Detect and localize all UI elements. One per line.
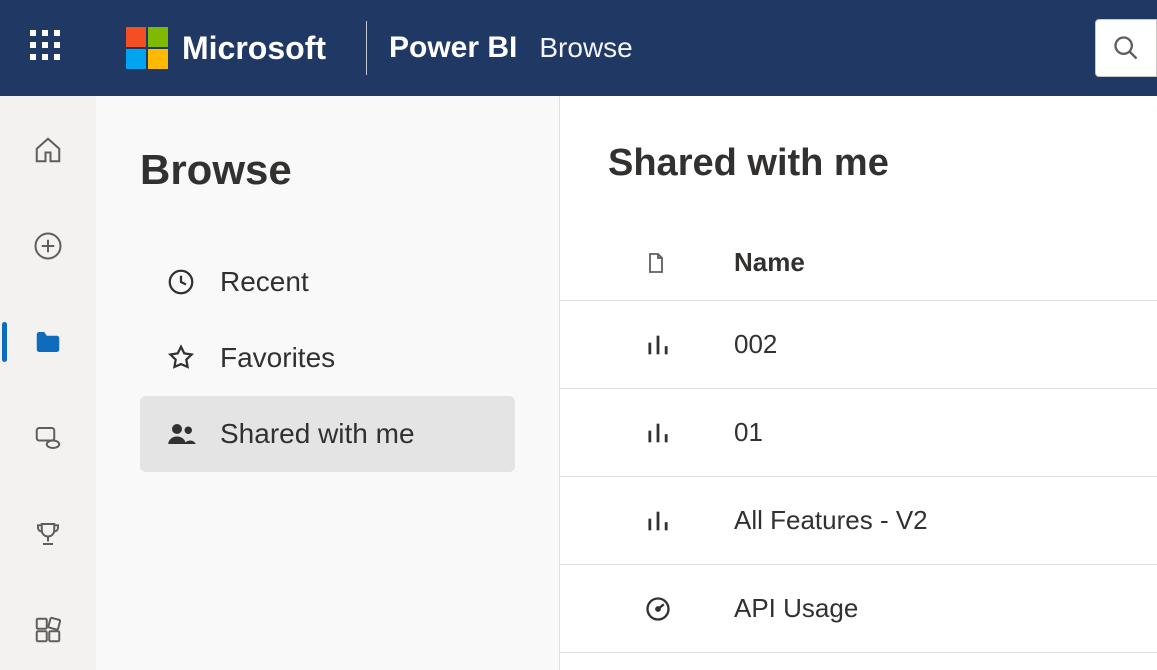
browse-panel: Browse Recent Favorites Shared with me: [96, 96, 560, 670]
rail-data-hub[interactable]: [24, 414, 72, 462]
panel-item-label: Recent: [220, 266, 309, 298]
clock-icon: [166, 267, 198, 297]
search-icon: [1112, 34, 1140, 62]
brand-name: Microsoft: [182, 30, 326, 67]
file-icon: [644, 249, 676, 277]
list-item[interactable]: 002: [560, 301, 1157, 389]
table-header: Name: [560, 225, 1157, 301]
column-name[interactable]: Name: [734, 247, 805, 278]
data-hub-icon: [33, 423, 63, 453]
rail-create[interactable]: [24, 222, 72, 270]
list-item[interactable]: 01: [560, 389, 1157, 477]
apps-icon: [33, 615, 63, 645]
search-button[interactable]: [1095, 19, 1157, 77]
header-divider: [366, 21, 367, 75]
item-name: API Usage: [734, 593, 858, 624]
bars-icon: [644, 331, 676, 359]
item-name: 002: [734, 329, 777, 360]
panel-item-favorites[interactable]: Favorites: [140, 320, 515, 396]
item-name: 01: [734, 417, 763, 448]
list-item[interactable]: API Usage: [560, 565, 1157, 653]
app-name: Power BI: [389, 31, 517, 65]
panel-item-label: Favorites: [220, 342, 335, 374]
bars-icon: [644, 507, 676, 535]
list-item[interactable]: All Features - V2: [560, 477, 1157, 565]
microsoft-logo-icon: [126, 27, 168, 69]
panel-title: Browse: [140, 146, 515, 194]
content-title: Shared with me: [608, 142, 1157, 185]
app-launcher-icon[interactable]: [30, 30, 66, 66]
brand-block: Microsoft: [126, 27, 326, 69]
rail-apps[interactable]: [24, 606, 72, 654]
nav-rail: [0, 96, 96, 670]
rail-home[interactable]: [24, 126, 72, 174]
item-name: All Features - V2: [734, 505, 928, 536]
app-context: Browse: [539, 32, 632, 64]
rail-browse[interactable]: [24, 318, 72, 366]
panel-item-shared[interactable]: Shared with me: [140, 396, 515, 472]
panel-item-label: Shared with me: [220, 418, 415, 450]
bars-icon: [644, 419, 676, 447]
panel-item-recent[interactable]: Recent: [140, 244, 515, 320]
content-area: Shared with me Name 002 01 All Features …: [560, 96, 1157, 670]
trophy-icon: [33, 519, 63, 549]
people-icon: [166, 419, 198, 449]
star-icon: [166, 343, 198, 373]
rail-learn[interactable]: [24, 510, 72, 558]
gauge-icon: [644, 595, 676, 623]
plus-circle-icon: [33, 231, 63, 261]
folder-icon: [33, 327, 63, 357]
home-icon: [33, 135, 63, 165]
top-header: Microsoft Power BI Browse: [0, 0, 1157, 96]
